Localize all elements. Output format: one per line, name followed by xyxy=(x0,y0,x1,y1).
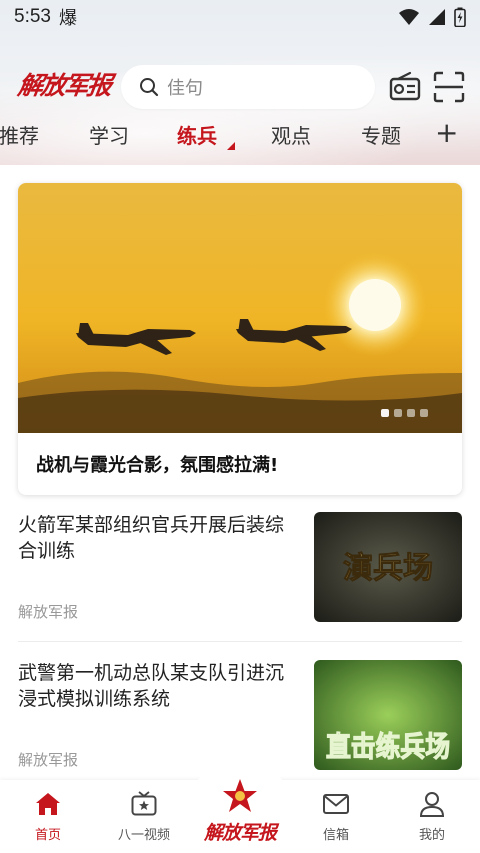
star-emblem-icon xyxy=(223,779,257,812)
nav-label: 首页 xyxy=(34,828,61,843)
tab-training[interactable]: 练兵 xyxy=(177,120,217,149)
news-item[interactable]: 武警第一机动总队某支队引进沉浸式模拟训练系统 解放军报 直击练兵场 xyxy=(18,660,462,772)
news-thumbnail: 演兵场 xyxy=(314,512,462,622)
search-input[interactable]: 佳句 xyxy=(121,65,375,109)
mail-icon xyxy=(323,794,349,814)
carousel-dot xyxy=(381,409,389,417)
tab-study[interactable]: 学习 xyxy=(89,120,129,149)
nav-center-logo: 解放军报 xyxy=(203,822,277,844)
news-source: 解放军报 xyxy=(18,603,79,621)
nav-profile[interactable]: 我的 xyxy=(384,780,480,853)
status-icons xyxy=(398,7,466,27)
news-title: 火箭军某部组织官兵开展后装综合训练 xyxy=(18,514,285,562)
featured-image xyxy=(18,183,462,433)
wifi-icon xyxy=(399,9,419,25)
tv-icon xyxy=(131,791,157,816)
news-thumbnail-image: 演兵场 xyxy=(314,512,462,622)
add-channel-button[interactable]: + xyxy=(435,116,458,149)
news-feed: 战机与霞光合影，氛围感拉满! 火箭军某部组织官兵开展后装综合训练 解放军报 演兵… xyxy=(0,165,480,780)
status-bar: 5:53 爆 xyxy=(0,0,480,34)
tab-recommend[interactable]: 推荐 xyxy=(0,120,39,149)
carousel-dot xyxy=(407,409,415,417)
app-header: 解放军报 佳句 xyxy=(0,62,480,112)
divider xyxy=(18,641,462,642)
tab-opinion[interactable]: 观点 xyxy=(271,120,311,149)
carousel-indicator xyxy=(381,409,428,417)
featured-card[interactable]: 战机与霞光合影，氛围感拉满! xyxy=(18,183,462,495)
carousel-dot xyxy=(394,409,402,417)
news-title: 武警第一机动总队某支队引进沉浸式模拟训练系统 xyxy=(18,662,285,710)
scan-icon[interactable] xyxy=(432,70,466,104)
news-item[interactable]: 火箭军某部组织官兵开展后装综合训练 解放军报 演兵场 xyxy=(18,512,462,624)
status-notification-text: 爆 xyxy=(58,8,77,29)
battery-icon xyxy=(454,7,466,27)
signal-icon xyxy=(429,9,445,25)
nav-video[interactable]: 八一视频 xyxy=(96,780,192,853)
news-thumbnail-image: 直击练兵场 xyxy=(314,660,462,770)
nav-newspaper[interactable]: 解放军报 xyxy=(192,779,288,853)
thumbnail-caption: 演兵场 xyxy=(343,551,433,586)
active-tab-indicator xyxy=(227,142,235,150)
news-thumbnail: 直击练兵场 xyxy=(314,660,462,770)
thumbnail-caption: 直击练兵场 xyxy=(326,730,450,763)
app-logo[interactable]: 解放军报 xyxy=(15,66,117,106)
featured-title: 战机与霞光合影，氛围感拉满! xyxy=(36,455,279,476)
channel-tabs: 推荐 学习 练兵 观点 专题 + xyxy=(0,116,480,158)
nav-label: 我的 xyxy=(418,828,445,843)
home-icon xyxy=(36,793,60,815)
carousel-dot xyxy=(420,409,428,417)
radio-icon[interactable] xyxy=(388,70,422,104)
user-icon xyxy=(419,792,445,817)
status-time: 5:53 xyxy=(14,6,51,27)
tab-topics[interactable]: 专题 xyxy=(361,120,401,149)
news-source: 解放军报 xyxy=(18,751,79,769)
nav-mailbox[interactable]: 信箱 xyxy=(288,780,384,853)
nav-label: 八一视频 xyxy=(117,828,170,843)
bottom-nav: 首页 八一视频 解放军报 信箱 我的 xyxy=(0,768,480,853)
search-placeholder: 佳句 xyxy=(167,78,203,99)
nav-label: 信箱 xyxy=(322,828,349,843)
search-icon xyxy=(140,78,159,97)
nav-home[interactable]: 首页 xyxy=(0,780,96,853)
